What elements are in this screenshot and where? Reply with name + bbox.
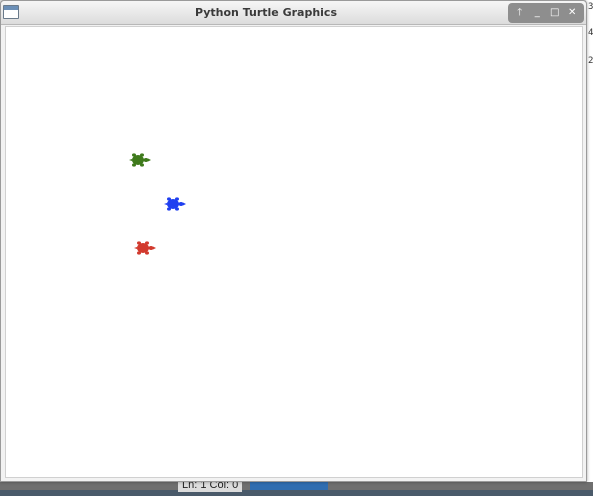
maximize-icon[interactable]: □ — [548, 6, 562, 20]
window-title: Python Turtle Graphics — [194, 6, 338, 19]
desktop: 3 4 2 Ln: 1 Col: 0 Python Turtle Graphic… — [0, 0, 593, 496]
background-editor-digit: 2 — [588, 56, 593, 66]
turtle-canvas[interactable] — [5, 26, 583, 478]
blue-turtle-icon — [164, 197, 186, 211]
background-editor-edge — [586, 0, 593, 484]
red-turtle-icon — [134, 241, 156, 255]
minimize-icon[interactable]: _ — [530, 6, 544, 20]
green-turtle-icon — [129, 153, 151, 167]
background-editor-digit: 3 — [588, 2, 593, 12]
titlebar[interactable]: Python Turtle Graphics 🡑 _ □ ✕ — [1, 1, 586, 25]
window-controls: 🡑 _ □ ✕ — [508, 3, 584, 23]
turtle-window: Python Turtle Graphics 🡑 _ □ ✕ — [0, 0, 587, 482]
background-taskbar-strip — [0, 490, 593, 496]
close-icon[interactable]: ✕ — [565, 6, 579, 20]
restore-icon[interactable]: 🡑 — [513, 6, 527, 20]
background-editor-digit: 4 — [588, 28, 593, 38]
